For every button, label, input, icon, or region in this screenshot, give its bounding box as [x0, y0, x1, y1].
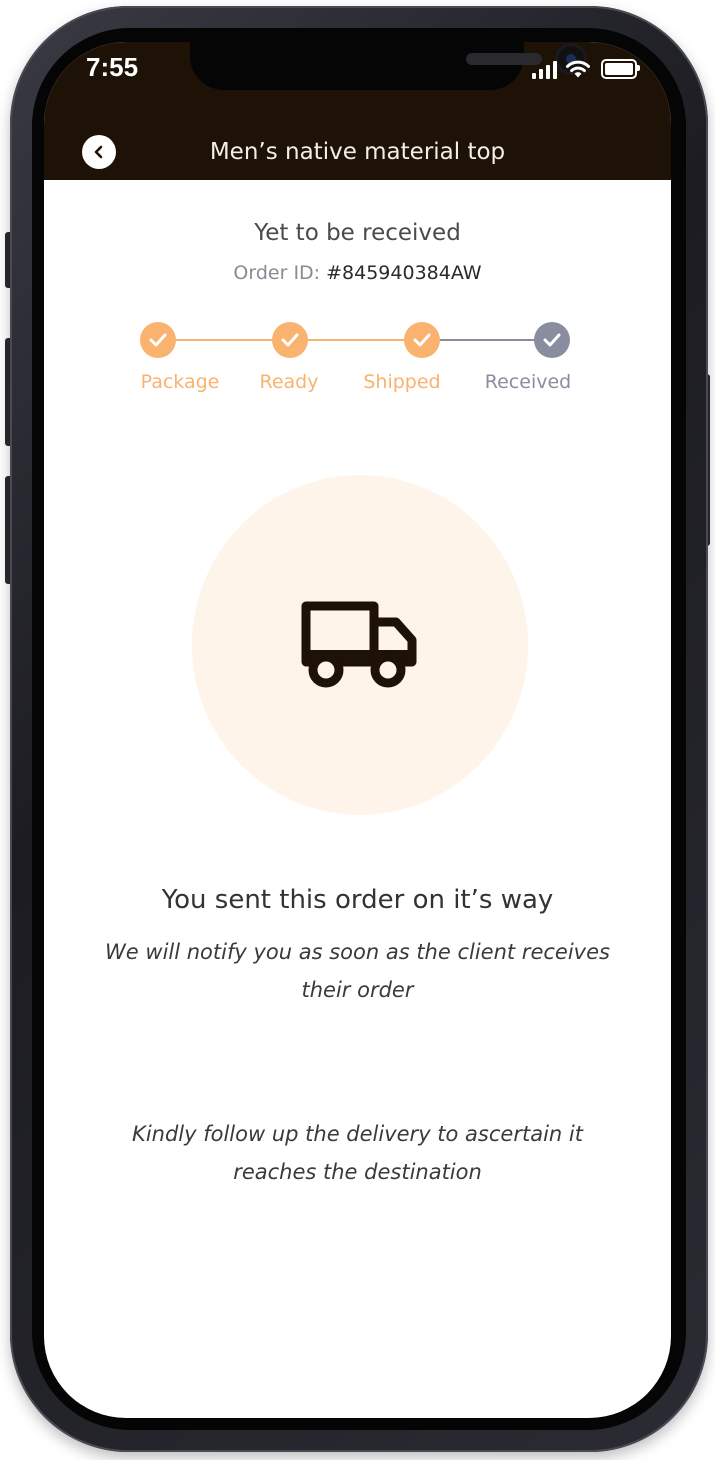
check-icon [543, 333, 561, 347]
step-shipped-check [404, 322, 440, 358]
order-id-value: #845940384AW [326, 262, 482, 284]
confirmation-headline: You sent this order on it’s way [161, 885, 554, 915]
order-id-label: Order ID: [233, 262, 321, 284]
follow-up-note: Kindly follow up the delivery to ascerta… [132, 1122, 583, 1184]
step-package-check [140, 322, 176, 358]
cellular-signal-icon [532, 59, 557, 79]
notification-message: We will notify you as soon as the client… [105, 940, 610, 1002]
check-icon [149, 333, 167, 347]
screen: 7:55 Men’s native material top Yet to be… [44, 42, 671, 1418]
step-label-package: Package [140, 371, 220, 393]
status-time: 7:55 [86, 52, 139, 82]
step-label-shipped: Shipped [363, 371, 441, 393]
step-label-received: Received [484, 371, 572, 393]
battery-icon [601, 59, 640, 79]
status-icons [532, 55, 640, 79]
check-icon [413, 333, 431, 347]
shipping-illustration [192, 475, 528, 815]
step-connector [440, 339, 536, 341]
step-ready-check [272, 322, 308, 358]
check-icon [281, 333, 299, 347]
step-connector [176, 339, 272, 341]
app-header: 7:55 Men’s native material top [44, 42, 671, 180]
order-status: Yet to be received [254, 220, 461, 246]
wifi-icon [566, 60, 590, 78]
step-label-ready: Ready [259, 371, 319, 393]
speaker [466, 53, 542, 65]
order-id-line: Order ID: #845940384AW [44, 262, 671, 284]
page-title: Men’s native material top [209, 139, 506, 165]
delivery-truck-icon [301, 601, 417, 688]
notch [190, 42, 584, 90]
progress-stepper: Package Ready Shipped Received [44, 320, 671, 410]
step-connector [308, 339, 404, 341]
step-received-check [534, 322, 570, 358]
